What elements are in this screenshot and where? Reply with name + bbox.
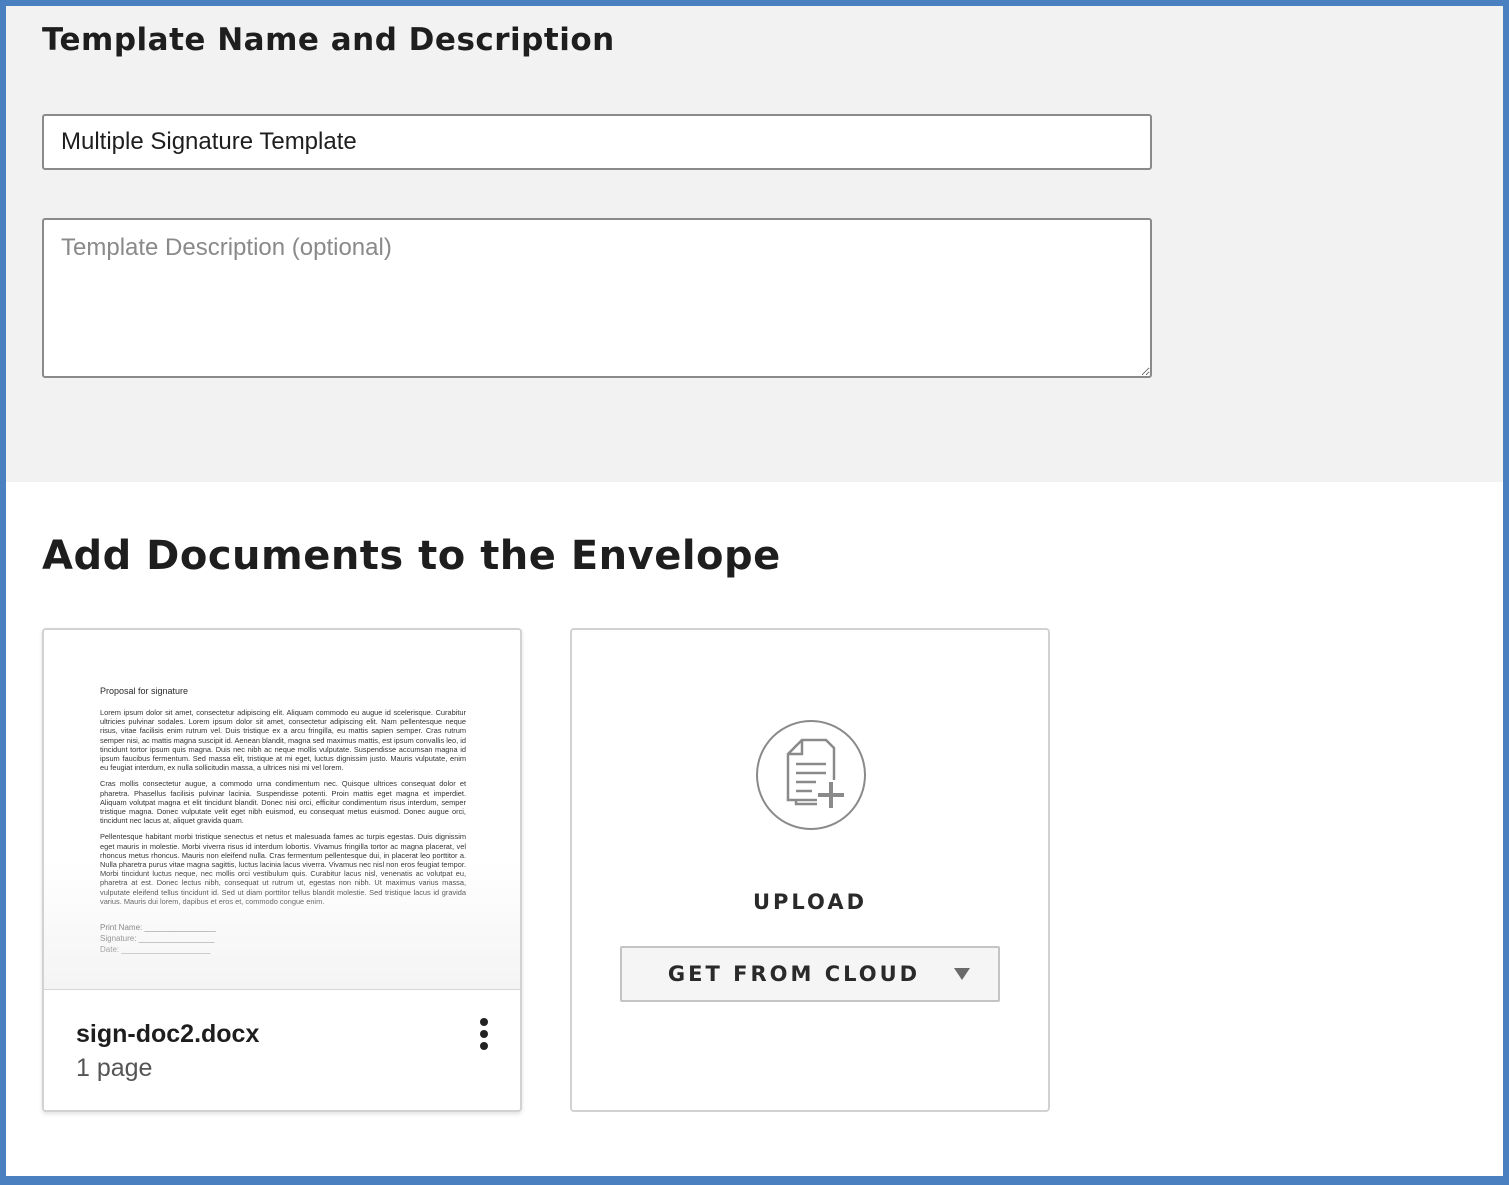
app-frame: Template Name and Description Add Docume… xyxy=(6,6,1503,1176)
kebab-dot xyxy=(480,1018,488,1026)
document-card-footer: sign-doc2.docx 1 page xyxy=(44,990,520,1110)
caret-down-icon xyxy=(954,968,970,980)
upload-card: UPLOAD GET FROM CLOUD xyxy=(570,628,1050,1112)
document-card[interactable]: Proposal for signature Lorem ipsum dolor… xyxy=(42,628,522,1112)
document-page-preview: Proposal for signature Lorem ipsum dolor… xyxy=(100,686,466,955)
preview-print-name-line: Print Name: ________________ xyxy=(100,923,216,933)
document-add-icon xyxy=(786,738,845,808)
preview-signature-line: Signature: _________________ xyxy=(100,934,215,944)
get-from-cloud-button[interactable]: GET FROM CLOUD xyxy=(620,946,1000,1002)
preview-paragraph: Cras mollis consectetur augue, a commodo… xyxy=(100,779,466,826)
preview-signature-block: Print Name: ________________ Signature: … xyxy=(100,922,466,955)
more-options-icon[interactable] xyxy=(470,1014,498,1054)
document-page-count: 1 page xyxy=(76,1054,153,1082)
kebab-dot xyxy=(480,1030,488,1038)
template-name-section: Template Name and Description xyxy=(6,6,1503,482)
documents-section-title: Add Documents to the Envelope xyxy=(42,533,781,579)
upload-label[interactable]: UPLOAD xyxy=(572,890,1048,914)
document-thumbnail[interactable]: Proposal for signature Lorem ipsum dolor… xyxy=(44,630,520,990)
preview-heading: Proposal for signature xyxy=(100,686,189,696)
document-filename: sign-doc2.docx xyxy=(76,1020,260,1048)
template-section-title: Template Name and Description xyxy=(42,22,615,58)
get-from-cloud-label: GET FROM CLOUD xyxy=(667,962,921,986)
template-description-textarea[interactable] xyxy=(42,218,1152,378)
kebab-dot xyxy=(480,1042,488,1050)
upload-button[interactable] xyxy=(756,720,866,830)
template-name-input[interactable] xyxy=(42,114,1152,170)
preview-paragraph: Pellentesque habitant morbi tristique se… xyxy=(100,832,466,906)
preview-date-line: Date: ____________________ xyxy=(100,945,211,955)
preview-paragraph: Lorem ipsum dolor sit amet, consectetur … xyxy=(100,708,466,773)
